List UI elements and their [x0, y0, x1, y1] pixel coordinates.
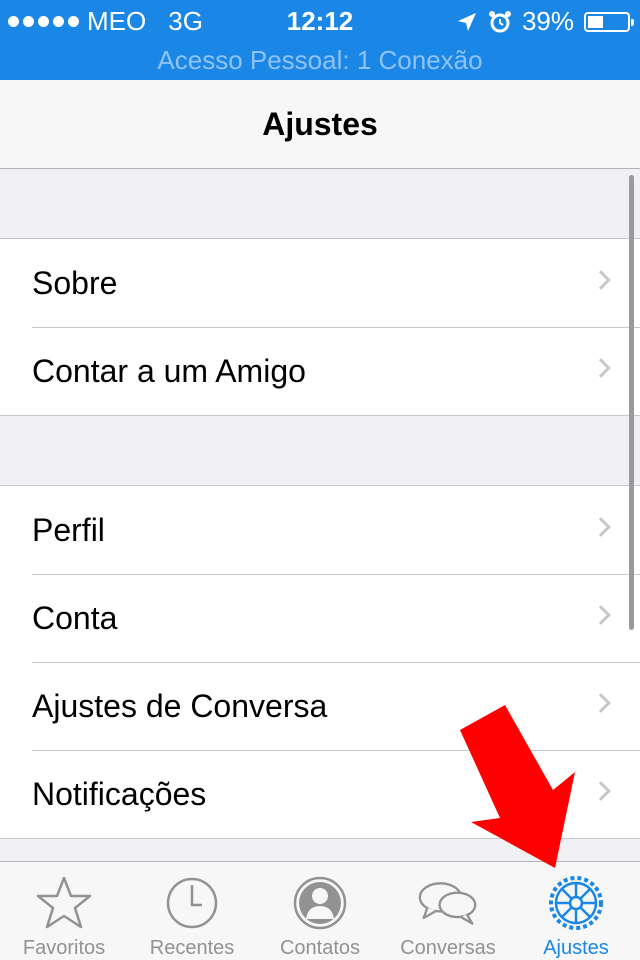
chat-bubbles-icon: [418, 874, 478, 932]
settings-group-account: Perfil Conta Ajustes de Conversa Notific…: [0, 486, 640, 839]
tab-favoritos[interactable]: Favoritos: [0, 862, 128, 960]
tab-conversas[interactable]: Conversas: [384, 862, 512, 960]
chevron-right-icon: [591, 693, 611, 713]
settings-list[interactable]: Sobre Contar a um Amigo Perfil Conta Aju…: [0, 169, 640, 861]
settings-row-contar-a-um-amigo[interactable]: Contar a um Amigo: [0, 327, 640, 415]
battery-level: [588, 15, 603, 28]
settings-row-ajustes-de-conversa[interactable]: Ajustes de Conversa: [0, 662, 640, 750]
chevron-right-icon: [591, 781, 611, 801]
clock-icon: [162, 874, 222, 932]
tab-label: Ajustes: [543, 937, 609, 959]
settings-row-conta[interactable]: Conta: [0, 574, 640, 662]
section-spacer: [0, 839, 640, 861]
page-title: Ajustes: [0, 80, 640, 169]
tab-label: Contatos: [279, 937, 361, 959]
chevron-right-icon: [591, 358, 611, 378]
tab-recentes[interactable]: Recentes: [128, 862, 256, 960]
battery-icon: [584, 11, 634, 32]
section-spacer: [0, 416, 640, 486]
section-spacer: [0, 169, 640, 239]
settings-row-notificacoes[interactable]: Notificações: [0, 750, 640, 838]
gear-icon: [546, 874, 606, 932]
tab-label: Recentes: [149, 937, 235, 959]
battery-percent: 39%: [521, 6, 574, 36]
tab-contatos[interactable]: Contatos: [256, 862, 384, 960]
tab-ajustes[interactable]: Ajustes: [512, 862, 640, 960]
row-label: Sobre: [32, 264, 118, 301]
location-arrow-icon: [457, 12, 476, 31]
settings-row-sobre[interactable]: Sobre: [0, 239, 640, 327]
row-label: Notificações: [32, 775, 207, 812]
chevron-right-icon: [591, 605, 611, 625]
settings-group-info: Sobre Contar a um Amigo: [0, 239, 640, 416]
chevron-right-icon: [591, 517, 611, 537]
settings-row-perfil[interactable]: Perfil: [0, 486, 640, 574]
star-icon: [34, 874, 94, 932]
tab-label: Favoritos: [22, 937, 106, 959]
alarm-icon: [488, 10, 511, 32]
status-bar: MEO 3G 12:12 39%: [0, 0, 640, 40]
row-label: Perfil: [32, 511, 105, 548]
chevron-right-icon: [591, 270, 611, 290]
row-label: Contar a um Amigo: [32, 352, 306, 389]
contact-icon: [290, 874, 350, 932]
row-label: Ajustes de Conversa: [32, 687, 328, 724]
row-label: Conta: [32, 599, 118, 636]
tab-label: Conversas: [400, 937, 496, 959]
status-right: 39%: [456, 6, 634, 37]
hotspot-banner[interactable]: Acesso Pessoal: 1 Conexão: [0, 40, 640, 80]
tab-bar: Favoritos Recentes Contatos Conversas Aj…: [0, 861, 640, 960]
scrollbar[interactable]: [629, 175, 634, 630]
